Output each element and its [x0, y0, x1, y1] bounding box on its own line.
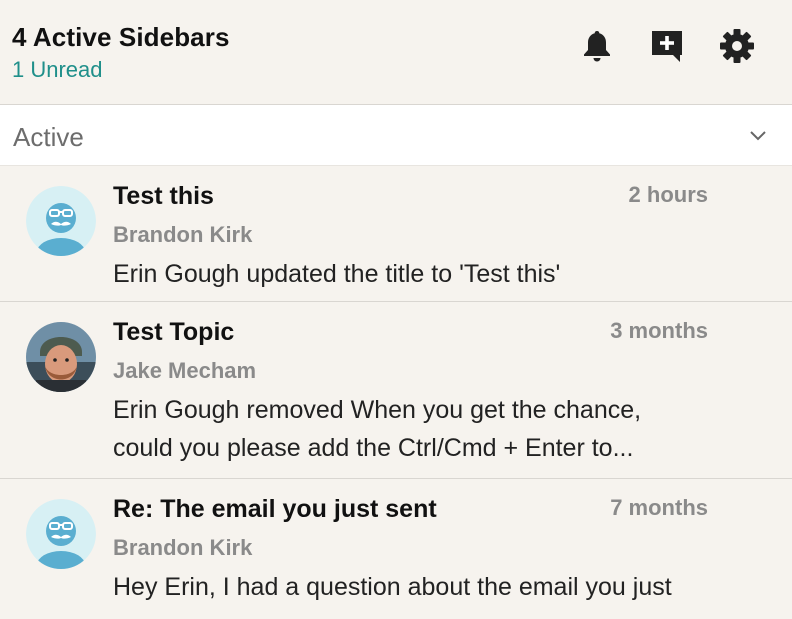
item-author: Brandon Kirk: [113, 535, 253, 560]
item-excerpt: Erin Gough removed When you get the chan…: [113, 391, 778, 467]
item-title: Test Topic: [113, 318, 235, 346]
item-author: Jake Mecham: [113, 358, 257, 383]
list-item[interactable]: Test this 2 hours Brandon Kirk Erin Goug…: [0, 166, 792, 302]
item-author: Brandon Kirk: [113, 222, 253, 247]
page-title: 4 Active Sidebars: [12, 22, 230, 52]
chevron-down-icon: [750, 131, 766, 141]
sidebar-list: Test this 2 hours Brandon Kirk Erin Goug…: [0, 166, 792, 619]
mustache-avatar-icon: [26, 499, 96, 569]
item-excerpt: Erin Gough updated the title to 'Test th…: [113, 255, 778, 293]
item-title: Re: The email you just sent: [113, 495, 437, 523]
item-excerpt-line: could you please add the Ctrl/Cmd + Ente…: [113, 434, 634, 462]
filter-selected-label: Active: [13, 122, 84, 152]
filter-dropdown[interactable]: Active: [0, 105, 792, 166]
item-excerpt: Hey Erin, I had a question about the ema…: [113, 568, 778, 606]
new-message-icon[interactable]: [649, 28, 685, 64]
gear-icon[interactable]: [719, 28, 755, 64]
item-excerpt-line: Erin Gough updated the title to 'Test th…: [113, 260, 561, 288]
item-time: 7 months: [610, 495, 708, 520]
list-item[interactable]: Re: The email you just sent 7 months Bra…: [0, 479, 792, 619]
item-time: 2 hours: [628, 182, 708, 207]
bell-icon[interactable]: [579, 28, 615, 64]
list-item[interactable]: Test Topic 3 months Jake Mecham Erin Gou…: [0, 302, 792, 479]
item-excerpt-line: Hey Erin, I had a question about the ema…: [113, 573, 672, 601]
sidebar-header: 4 Active Sidebars 1 Unread: [0, 0, 792, 105]
item-excerpt-line: Erin Gough removed When you get the chan…: [113, 396, 642, 424]
avatar: [26, 186, 96, 256]
avatar: [26, 322, 96, 392]
unread-count[interactable]: 1 Unread: [12, 57, 103, 83]
item-title: Test this: [113, 182, 214, 210]
avatar: [26, 499, 96, 569]
mustache-avatar-icon: [26, 186, 96, 256]
item-time: 3 months: [610, 318, 708, 343]
photo-avatar-icon: [26, 322, 96, 392]
